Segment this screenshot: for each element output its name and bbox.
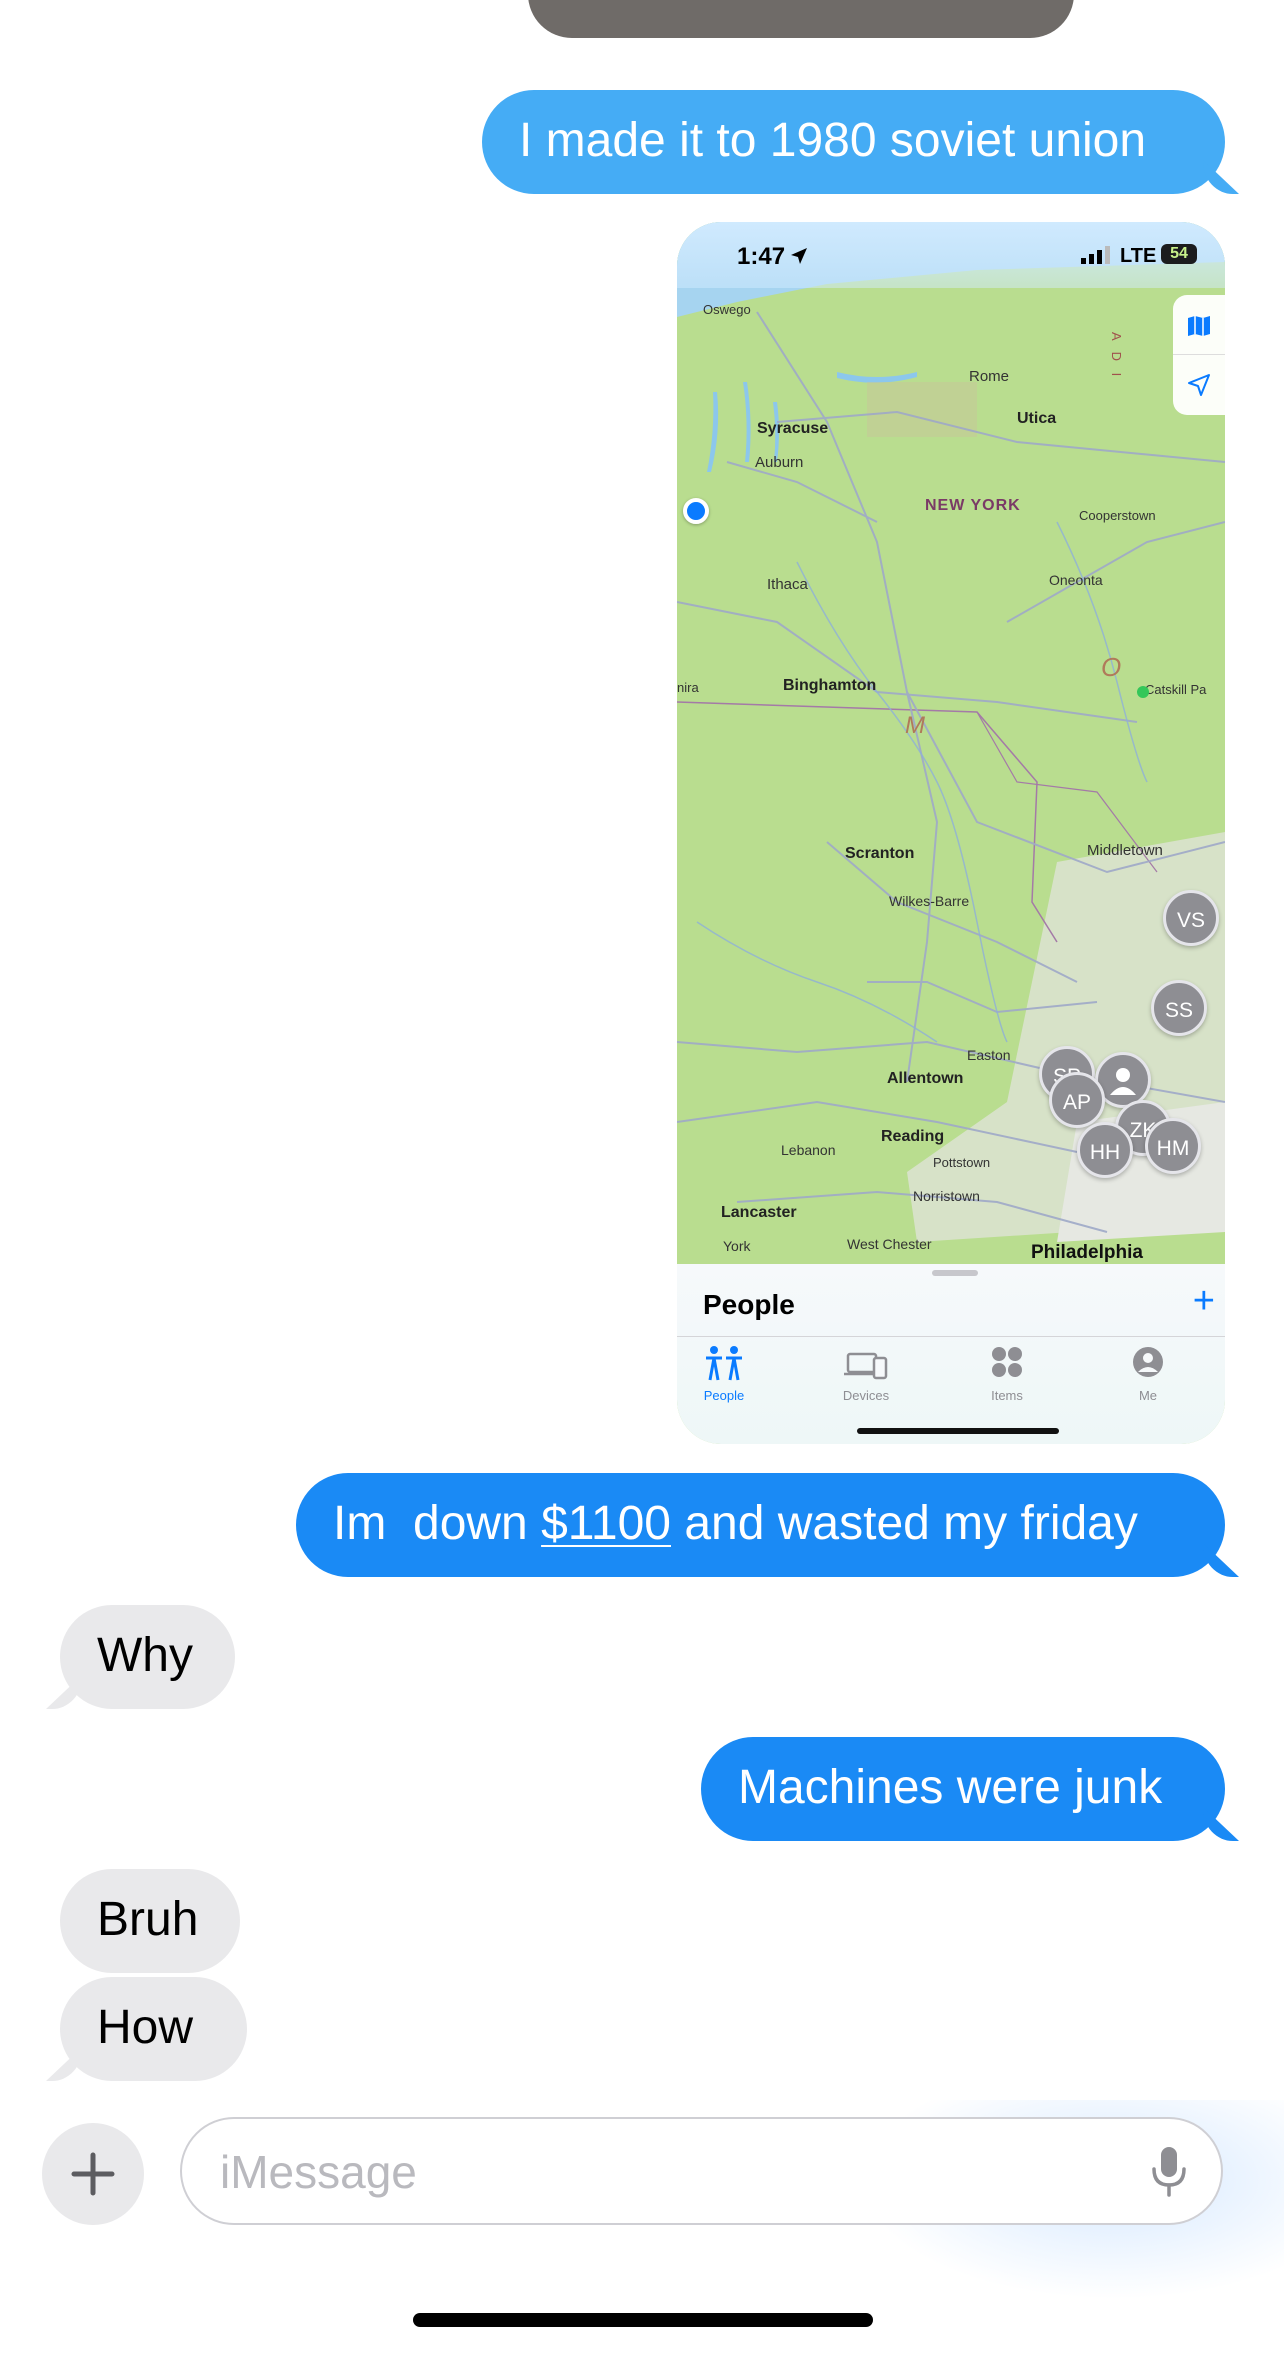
message-text: I made it to 1980 soviet union [519,114,1147,167]
map-label: Rome [969,368,1010,385]
message-bubble-outgoing[interactable]: I made it to 1980 soviet union [482,90,1225,194]
status-bar: 1:47 LTE 54 [677,222,1225,288]
map-label: Reading [881,1128,945,1145]
plus-icon [71,2152,115,2196]
apps-plus-button[interactable] [42,2123,144,2225]
person-icon [1110,1068,1136,1095]
map-label: Binghamton [783,677,877,694]
tab-me[interactable]: Me [1103,1344,1193,1403]
map-label: Middletown [1087,842,1163,859]
map-label: Catskill Pa [1145,682,1207,697]
map-label: Philadelphia [1031,1242,1143,1263]
message-text: Bruh [97,1893,199,1946]
person-pin[interactable]: AP [1049,1072,1105,1128]
sheet-title: People [703,1289,795,1320]
map-label: NEW YORK [925,497,1021,514]
people-sheet: People + People Devices Items Me [677,1264,1225,1444]
status-time: 1:47 [737,243,786,270]
map-label: Ithaca [767,576,808,593]
map-label: Utica [1017,410,1057,427]
people-icon [706,1346,742,1381]
photo-attachment[interactable] [528,0,1074,38]
tab-devices[interactable]: Devices [821,1344,911,1403]
battery-icon: 54 [1161,244,1197,264]
items-icon [992,1347,1022,1377]
message-bubble-incoming[interactable]: Bruh [60,1869,240,1973]
person-pin[interactable]: HM [1145,1118,1201,1174]
message-text: Im down [333,1497,542,1550]
map-label: Norristown [913,1188,980,1204]
map-mode-icon[interactable] [1187,315,1211,337]
map-label: Allentown [887,1070,964,1087]
message-text: Machines were junk [738,1761,1163,1814]
map-label: Oswego [703,302,751,317]
location-arrow-icon[interactable] [1187,373,1211,397]
map-label: Wilkes-Barre [889,893,970,909]
message-input[interactable]: iMessage [180,2117,1223,2225]
map-label: M [905,712,925,739]
person-circle-icon [1133,1347,1163,1377]
home-indicator [413,2313,873,2327]
person-pin[interactable]: SS [1151,980,1207,1036]
map-label: O [1101,652,1122,682]
message-text: How [97,2001,194,2054]
signal-icon [1081,246,1110,264]
map-label: Lancaster [721,1204,797,1221]
message-input-placeholder: iMessage [220,2146,417,2198]
map-label: Scranton [845,845,915,862]
tab-label: Devices [842,1388,890,1403]
tab-label: Items [991,1388,1023,1403]
tab-label: Me [1138,1388,1158,1403]
microphone-icon[interactable] [1151,2145,1187,2199]
tab-people[interactable]: People [679,1344,769,1403]
map-label: A D I [1109,332,1124,381]
message-text: and wasted my friday [671,1497,1138,1550]
message-bubble-outgoing[interactable]: Machines were junk [701,1737,1225,1841]
divider [1173,354,1225,355]
tab-items[interactable]: Items [962,1344,1052,1403]
message-bubble-incoming[interactable]: How [60,1977,247,2081]
sheet-grabber[interactable] [932,1270,978,1276]
map-label: York [723,1238,751,1254]
devices-icon [844,1352,888,1380]
tab-label: People [703,1388,745,1403]
screenshot-attachment[interactable]: Oswego Rome Syracuse Utica Auburn NEW YO… [677,222,1225,1444]
map-label: West Chester [847,1236,932,1252]
map-label: Oneonta [1049,572,1103,588]
person-pin[interactable]: HH [1077,1122,1133,1178]
current-location-dot [683,498,709,524]
map-label: Pottstown [933,1155,991,1170]
message-text: Why [97,1629,193,1682]
message-bubble-incoming[interactable]: Why [60,1605,235,1709]
map-label: Cooperstown [1079,508,1156,523]
message-bubble-outgoing[interactable]: Im down $1100 and wasted my friday [296,1473,1225,1577]
home-indicator [857,1428,1059,1434]
map-label: Easton [967,1047,1011,1063]
map-label: Lebanon [781,1142,836,1158]
divider [677,1336,1225,1337]
person-pin[interactable]: VS [1163,890,1219,946]
map-label: Auburn [755,454,804,471]
add-person-button[interactable]: + [1193,1280,1215,1323]
map-label: Syracuse [757,420,829,437]
location-arrow-icon [791,248,807,264]
map-controls [1173,295,1225,415]
park-icon [1137,686,1149,698]
map-label: nira [677,680,699,695]
status-network: LTE [1120,245,1157,267]
amount-link[interactable]: $1100 [541,1497,671,1550]
